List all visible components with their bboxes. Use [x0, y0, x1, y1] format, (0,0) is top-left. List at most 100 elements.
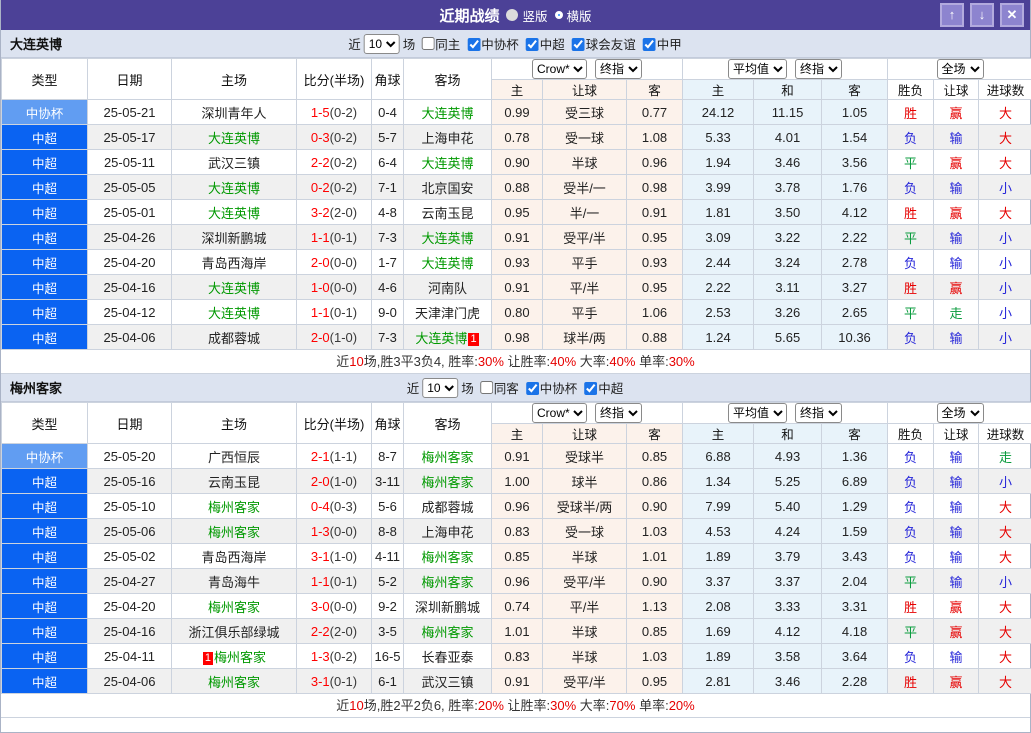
same-home-checkbox[interactable]	[421, 37, 435, 50]
summary-segment: 单率:	[635, 354, 669, 369]
near-count-select[interactable]: 10	[363, 33, 400, 54]
league-checkbox-label: 中协杯	[481, 38, 519, 52]
league-checkbox[interactable]	[571, 38, 585, 51]
half-time-score: (0-2)	[329, 179, 358, 195]
odds-group-header: Crow* 终指	[490, 58, 684, 80]
handicap-odds-cell: 0.77	[625, 99, 684, 125]
home-team-cell: 大连英博	[171, 174, 297, 200]
home-team-name: 梅州客家	[207, 674, 260, 690]
sub-header-handicap-result: 让球	[933, 79, 980, 100]
average-odds-cell: 2.53	[682, 299, 755, 325]
average-odds-cell: 4.53	[682, 518, 755, 544]
average-odds-cell: 1.29	[821, 493, 889, 519]
sub-header-avg-draw: 和	[753, 423, 823, 444]
league-checkbox[interactable]	[642, 38, 656, 51]
bookmaker-select[interactable]: Crow*	[532, 403, 588, 423]
full-time-score: 2-0	[310, 254, 330, 270]
away-team-cell: 河南队	[403, 274, 492, 300]
average-odds-cell: 2.08	[682, 593, 755, 619]
handicap-odds-cell: 0.88	[491, 174, 543, 200]
result-cell: 负	[887, 493, 935, 519]
average-odds-cell: 5.25	[753, 468, 823, 494]
sub-header-avg-home: 主	[682, 423, 755, 444]
full-time-score: 3-1	[310, 548, 330, 564]
full-time-score: 1-1	[310, 573, 330, 589]
average-odds-cell: 2.81	[682, 668, 755, 694]
match-row: 中超 25-04-27 青岛海牛 1-1(0-1) 5-2 梅州客家 0.96 受平/半 0.9…	[1, 568, 1031, 594]
match-date-cell: 25-04-06	[87, 668, 172, 694]
handicap-odds-cell: 0.83	[491, 643, 543, 669]
match-date-cell: 25-04-16	[87, 618, 172, 644]
col-header-score: 比分(半场)	[296, 58, 372, 100]
match-row: 中超 25-04-12 大连英博 1-1(0-1) 9-0 天津津门虎 0.80 平手 1.06…	[1, 299, 1031, 325]
score-cell: 1-1(0-1)	[296, 299, 372, 325]
league-checkbox[interactable]	[584, 382, 598, 395]
average-odds-cell: 3.46	[753, 149, 823, 175]
avg-time-select[interactable]: 终指	[795, 403, 843, 423]
result-cell: 负	[887, 324, 935, 350]
score-cell: 1-3(0-2)	[296, 643, 372, 669]
handicap-odds-cell: 0.95	[625, 274, 684, 300]
radio-selected-icon	[506, 9, 519, 21]
bookmaker-select[interactable]: Crow*	[532, 59, 588, 79]
league-checkbox-label: 中超	[539, 38, 565, 52]
average-odds-cell: 3.11	[753, 274, 823, 300]
odds-time-select[interactable]: 终指	[595, 59, 643, 79]
score-cell: 0-2(0-2)	[296, 174, 372, 200]
average-odds-cell: 3.99	[682, 174, 755, 200]
home-team-cell: 大连英博	[171, 274, 297, 300]
same-away-checkbox[interactable]	[479, 381, 493, 394]
col-header-corner: 角球	[371, 58, 404, 100]
page-title: 近期战绩	[439, 7, 500, 25]
result-cell: 胜	[887, 99, 935, 125]
away-team-cell: 成都蓉城	[403, 493, 492, 519]
odds-time-select[interactable]: 终指	[595, 403, 643, 423]
games-label: 场	[402, 38, 416, 52]
vertical-layout-label: 竖版	[522, 9, 548, 24]
close-button[interactable]: ✕	[1000, 3, 1024, 27]
home-team-name: 大连英博	[207, 130, 260, 146]
result-cell: 小	[978, 249, 1031, 275]
home-team-cell: 深圳新鹏城	[171, 224, 297, 250]
horizontal-layout-radio[interactable]: 横版	[554, 6, 592, 25]
section-header-dalian: 大连英博 近 10 场 同主 中协杯 中超 球会友谊 中甲	[1, 30, 1030, 58]
handicap-odds-cell: 0.88	[625, 324, 684, 350]
period-select[interactable]: 全场	[936, 403, 984, 423]
avg-select[interactable]: 平均值	[728, 59, 788, 79]
avg-time-select[interactable]: 终指	[795, 59, 843, 79]
move-down-button[interactable]: ↓	[970, 3, 994, 27]
score-cell: 2-2(0-2)	[296, 149, 372, 175]
summary-segment: 让胜率:	[503, 354, 551, 369]
move-up-button[interactable]: ↑	[940, 3, 964, 27]
sub-header-avg-away: 客	[821, 79, 889, 100]
red-card-badge: 1	[468, 332, 479, 346]
col-header-away: 客场	[403, 58, 492, 100]
handicap-odds-cell: 0.96	[491, 493, 543, 519]
league-checkbox[interactable]	[525, 382, 539, 395]
handicap-odds-cell: 0.90	[491, 149, 543, 175]
home-team-name: 武汉三镇	[207, 155, 260, 171]
result-cell: 输	[933, 224, 980, 250]
corner-cell: 3-11	[371, 468, 404, 494]
result-cell: 输	[933, 324, 980, 350]
result-cell: 胜	[887, 199, 935, 225]
near-count-select[interactable]: 10	[422, 377, 459, 398]
half-time-score: (1-0)	[329, 473, 358, 489]
period-select[interactable]: 全场	[936, 59, 984, 79]
handicap-odds-cell: 平手	[542, 249, 627, 275]
handicap-odds-cell: 受平/半	[542, 668, 627, 694]
sub-header-avg-away: 客	[821, 423, 889, 444]
away-team-name: 大连英博	[421, 230, 474, 246]
match-type-cell: 中超	[1, 224, 88, 250]
league-checkbox[interactable]	[525, 38, 539, 51]
league-checkbox[interactable]	[467, 38, 481, 51]
handicap-odds-cell: 0.91	[625, 199, 684, 225]
vertical-layout-radio[interactable]: 竖版	[506, 6, 548, 25]
avg-select[interactable]: 平均值	[728, 403, 788, 423]
home-team-name: 广西恒辰	[207, 449, 260, 465]
handicap-odds-cell: 0.93	[491, 249, 543, 275]
summary-segment: 40%	[550, 354, 577, 369]
half-time-score: (0-0)	[329, 254, 358, 270]
red-card-badge: 1	[202, 651, 214, 665]
match-type-cell: 中超	[1, 518, 88, 544]
